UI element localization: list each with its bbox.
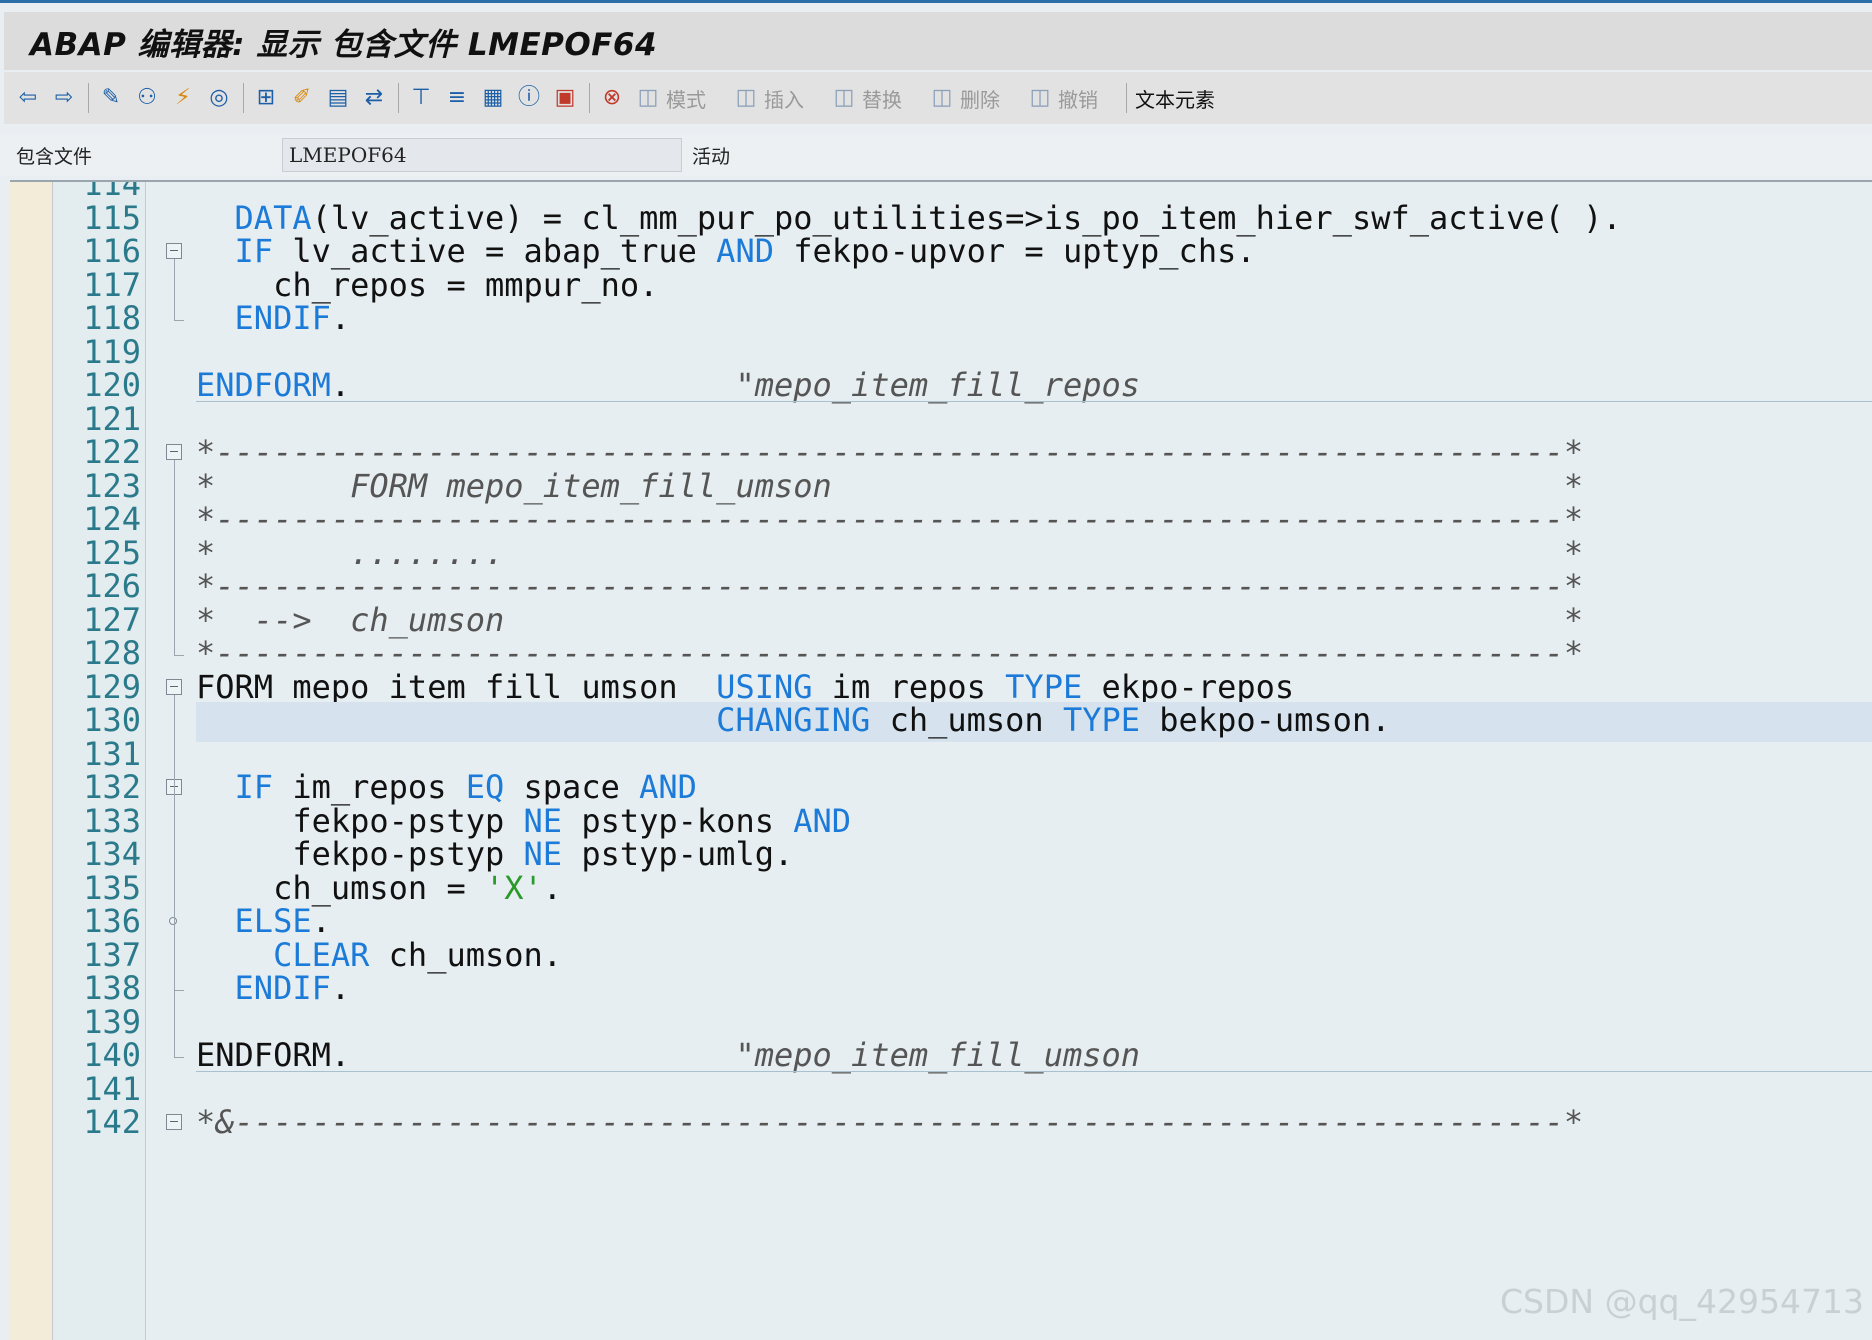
fold-guide-end <box>174 1057 184 1058</box>
check-icon[interactable]: ◎ <box>205 84 233 112</box>
fold-guide-end <box>174 990 184 991</box>
toolbar-button-label: 插入 <box>764 87 804 112</box>
include-info-bar: 包含文件 LMEPOF64 活动 <box>0 134 1872 176</box>
fold-toggle-icon[interactable] <box>166 1114 182 1130</box>
toolbar-separator <box>589 83 590 113</box>
layout-icon[interactable]: ▦ <box>479 84 507 112</box>
toolbar-button-label: 文本元素 <box>1135 87 1215 112</box>
delete-icon: ◫ <box>931 85 953 110</box>
forward-arrow-icon[interactable]: ⇨ <box>50 84 78 112</box>
window-top-border <box>0 0 1872 3</box>
display-object-icon[interactable]: ▤ <box>324 84 352 112</box>
hierarchy-icon[interactable]: ⊤ <box>407 84 435 112</box>
fold-toggle-icon[interactable] <box>166 243 182 259</box>
fold-branch-icon <box>169 917 177 925</box>
fold-toggle-icon[interactable] <box>166 678 182 695</box>
toolbar-separator <box>1126 83 1127 113</box>
watermark: CSDN @qq_42954713 <box>1500 1282 1864 1321</box>
navigation-icon[interactable]: ⇄ <box>360 84 388 112</box>
replace-icon: ◫ <box>833 85 855 110</box>
block-separator <box>196 1071 1872 1072</box>
code-text: *&--------------------------------------… <box>196 1102 1583 1142</box>
application-toolbar: ⇦ ⇨ ✎ ⚇ ⚡ ◎ ⊞ ✐ ▤ ⇄ ⊤ ≡ ▦ ⓘ ▣ ⊗ ◫ 模式 ◫ 插入 ◫ 替换 ◫ 删除 ◫ 撤销 文本元素 <box>4 72 1872 124</box>
toolbar-button-label: 撤销 <box>1058 87 1098 112</box>
toolbar-separator <box>88 83 89 113</box>
info-icon[interactable]: ⓘ <box>515 84 543 112</box>
object-list-icon[interactable]: ✐ <box>288 84 316 112</box>
fold-guide-line <box>174 795 175 990</box>
toolbar-button-label: 替换 <box>862 87 902 112</box>
activate-icon[interactable]: ⚡ <box>169 84 197 112</box>
title-bar: ABAP 编辑器: 显示 包含文件 LMEPOF64 <box>4 12 1872 70</box>
toolbar-button[interactable]: ◫ 插入 <box>732 84 804 113</box>
fold-guide-end <box>174 320 184 321</box>
insert-icon: ◫ <box>735 85 757 110</box>
where-used-icon[interactable]: ⊞ <box>252 84 280 112</box>
include-name-field[interactable]: LMEPOF64 <box>282 138 682 172</box>
block-separator <box>196 401 1872 402</box>
status-text: 活动 <box>692 145 731 168</box>
other-object-icon[interactable]: ⚇ <box>133 84 161 112</box>
stop-icon[interactable]: ⊗ <box>598 84 626 112</box>
undo-icon: ◫ <box>1029 85 1051 110</box>
indent-icon[interactable]: ≡ <box>443 84 471 112</box>
toolbar-separator <box>398 83 399 113</box>
fold-toggle-icon[interactable] <box>166 444 182 460</box>
back-arrow-icon[interactable]: ⇦ <box>14 84 42 112</box>
window-title: ABAP 编辑器: 显示 包含文件 LMEPOF64 <box>30 26 658 63</box>
code-editor[interactable]: 114 115 DATA(lv_active) = cl_mm_pur_po_ut… <box>10 180 1872 1340</box>
fold-guide-end <box>174 655 184 656</box>
comment-token: *&--------------------------------------… <box>196 1103 1584 1141</box>
code-line[interactable]: 142 *&-----------------------------------… <box>10 1102 1872 1142</box>
fold-guide-line <box>174 259 175 320</box>
toolbar-button-label: 删除 <box>960 87 1000 112</box>
toolbar-button-label: 模式 <box>666 87 706 112</box>
display-change-icon[interactable]: ✎ <box>97 84 125 112</box>
include-label: 包含文件 <box>16 145 93 168</box>
toolbar-button[interactable]: 文本元素 <box>1135 84 1215 113</box>
fold-guide-line <box>174 460 175 655</box>
toolbar-button[interactable]: ◫ 替换 <box>830 84 902 113</box>
toolbar-separator <box>243 83 244 113</box>
pattern-icon: ◫ <box>637 85 659 110</box>
toolbar-button[interactable]: ◫ 撤销 <box>1026 84 1098 113</box>
toolbar-button[interactable]: ◫ 删除 <box>928 84 1000 113</box>
toolbar-button[interactable]: ◫ 模式 <box>634 84 706 113</box>
line-number: 142 <box>83 1103 141 1141</box>
test-icon[interactable]: ▣ <box>551 84 579 112</box>
